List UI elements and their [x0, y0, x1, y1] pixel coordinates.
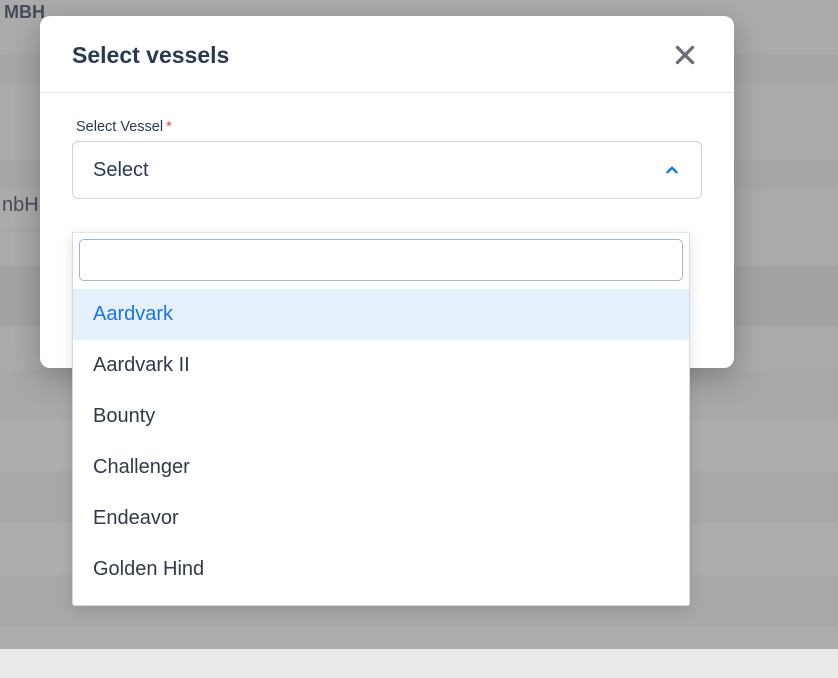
vessel-dropdown: Aardvark Aardvark II Bounty Challenger E… [72, 232, 690, 606]
vessel-select[interactable]: Select [72, 141, 702, 199]
select-vessel-label: Select Vessel* [72, 119, 702, 135]
dropdown-option-aardvark-ii[interactable]: Aardvark II [73, 340, 689, 391]
dropdown-option-bounty[interactable]: Bounty [73, 391, 689, 442]
dropdown-option-golden-hind[interactable]: Golden Hind [73, 544, 689, 595]
modal-title: Select vessels [72, 42, 229, 69]
dropdown-option-aardvark[interactable]: Aardvark [73, 289, 689, 340]
required-indicator: * [166, 119, 172, 135]
field-label-text: Select Vessel [76, 119, 163, 135]
dropdown-search-input[interactable] [79, 239, 683, 281]
dropdown-scroll-filler [73, 595, 689, 605]
modal-body: Select Vessel* Select [40, 93, 734, 209]
dropdown-search-wrap [73, 233, 689, 289]
close-icon [672, 42, 698, 68]
chevron-up-icon [663, 161, 681, 179]
dropdown-option-endeavor[interactable]: Endeavor [73, 493, 689, 544]
dropdown-options[interactable]: Aardvark Aardvark II Bounty Challenger E… [73, 289, 689, 605]
modal-header: Select vessels [40, 16, 734, 93]
dropdown-option-challenger[interactable]: Challenger [73, 442, 689, 493]
select-placeholder: Select [93, 159, 149, 182]
close-button[interactable] [668, 38, 702, 72]
